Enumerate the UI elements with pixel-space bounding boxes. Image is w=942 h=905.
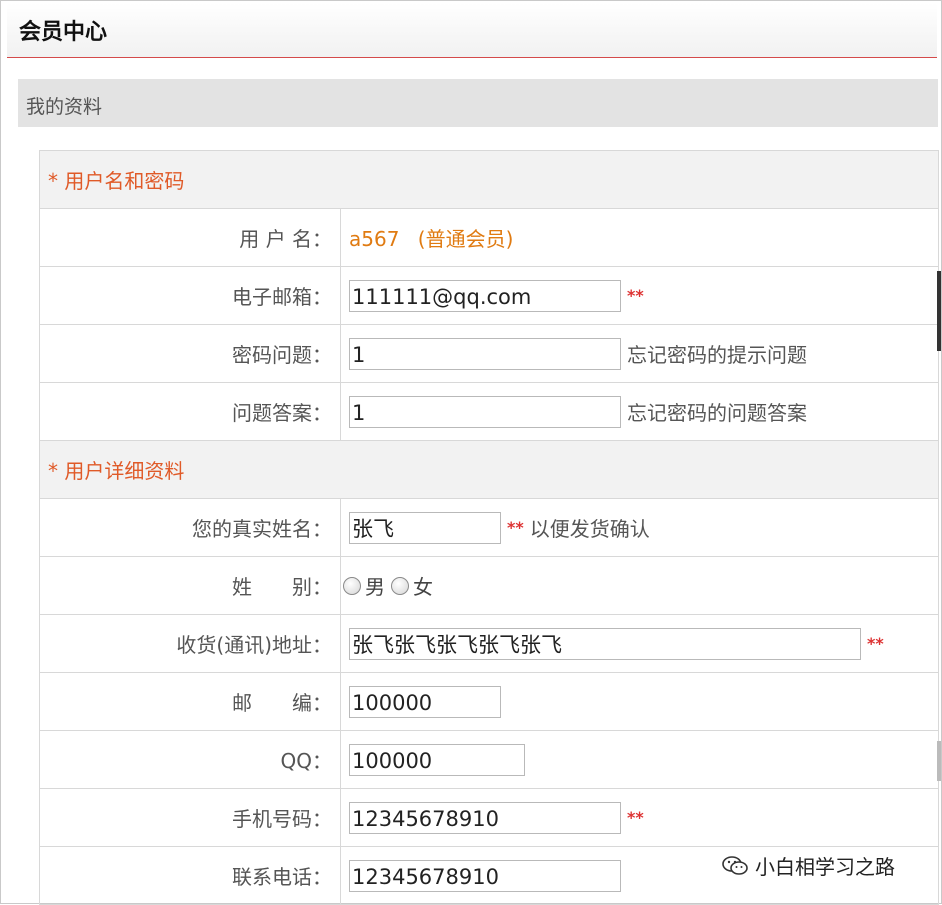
scrollbar-edge xyxy=(937,271,941,351)
group-row-details: * 用户详细资料 xyxy=(39,440,939,499)
address-label: 收货(通讯)地址： xyxy=(39,614,341,673)
form-row-question: 密码问题： 1 忘记密码的提示问题 xyxy=(39,324,939,383)
page-frame: 会员中心 我的资料 * 用户名和密码 用 户 名： a567 (普通会员) 电子… xyxy=(0,0,942,905)
answer-hint: 忘记密码的问题答案 xyxy=(627,401,807,425)
section-header: 我的资料 xyxy=(18,79,938,127)
realname-label: 您的真实姓名： xyxy=(39,498,341,557)
mobile-required-mark: ** xyxy=(627,808,644,827)
question-label: 密码问题： xyxy=(39,324,341,383)
form-row-postcode: 邮 编： 100000 xyxy=(39,672,939,731)
question-input[interactable]: 1 xyxy=(349,337,621,370)
answer-input[interactable]: 1 xyxy=(349,395,621,428)
gender-label: 姓 别： xyxy=(39,556,341,615)
address-required-mark: ** xyxy=(867,634,884,653)
mobile-input[interactable]: 12345678910 xyxy=(349,801,621,834)
question-hint: 忘记密码的提示问题 xyxy=(627,343,807,367)
email-label: 电子邮箱： xyxy=(39,266,341,325)
watermark-text: 小白相学习之路 xyxy=(755,855,895,879)
gender-female-radio[interactable] xyxy=(391,576,409,595)
answer-label: 问题答案： xyxy=(39,382,341,441)
address-input[interactable]: 张飞张飞张飞张飞张飞 xyxy=(349,627,861,660)
group-row-account: * 用户名和密码 xyxy=(39,150,939,209)
mobile-label: 手机号码： xyxy=(39,788,341,847)
realname-input[interactable]: 张飞 xyxy=(349,511,501,544)
postcode-input[interactable]: 100000 xyxy=(349,685,501,718)
gender-female-label: 女 xyxy=(413,575,433,599)
section-title: 我的资料 xyxy=(26,96,103,118)
form-row-mobile: 手机号码： 12345678910 ** xyxy=(39,788,939,847)
profile-form: * 用户名和密码 用 户 名： a567 (普通会员) 电子邮箱： 111111… xyxy=(39,150,939,905)
phone-input[interactable]: 12345678910 xyxy=(349,859,621,892)
realname-hint: 以便发货确认 xyxy=(529,517,650,541)
form-row-realname: 您的真实姓名： 张飞 ** 以便发货确认 xyxy=(39,498,939,557)
watermark: 小白相学习之路 xyxy=(721,851,895,880)
form-row-answer: 问题答案： 1 忘记密码的问题答案 xyxy=(39,382,939,441)
gender-male-radio[interactable] xyxy=(343,576,361,595)
group-title-details: * 用户详细资料 xyxy=(39,440,939,499)
username-value: a567 xyxy=(349,227,400,251)
form-row-username: 用 户 名： a567 (普通会员) xyxy=(39,208,939,267)
form-row-gender: 姓 别： 男 女 xyxy=(39,556,939,615)
realname-required-mark: ** xyxy=(507,518,524,537)
email-required-mark: ** xyxy=(627,286,644,305)
page-title: 会员中心 xyxy=(19,20,108,45)
form-row-address: 收货(通讯)地址： 张飞张飞张飞张飞张飞 ** xyxy=(39,614,939,673)
email-input[interactable]: 111111@qq.com xyxy=(349,279,621,312)
form-row-email: 电子邮箱： 111111@qq.com ** xyxy=(39,266,939,325)
qq-label: QQ： xyxy=(39,730,341,789)
form-row-qq: QQ： 100000 xyxy=(39,730,939,789)
postcode-label: 邮 编： xyxy=(39,672,341,731)
group-title-account: * 用户名和密码 xyxy=(39,150,939,209)
username-label: 用 户 名： xyxy=(39,208,341,267)
qq-input[interactable]: 100000 xyxy=(349,743,525,776)
gender-male-label: 男 xyxy=(365,575,385,599)
wechat-icon xyxy=(721,855,749,877)
member-level: (普通会员) xyxy=(417,227,514,251)
phone-label: 联系电话： xyxy=(39,846,341,905)
header-bar: 会员中心 xyxy=(7,3,937,58)
scrollbar-edge-lower xyxy=(937,741,941,781)
